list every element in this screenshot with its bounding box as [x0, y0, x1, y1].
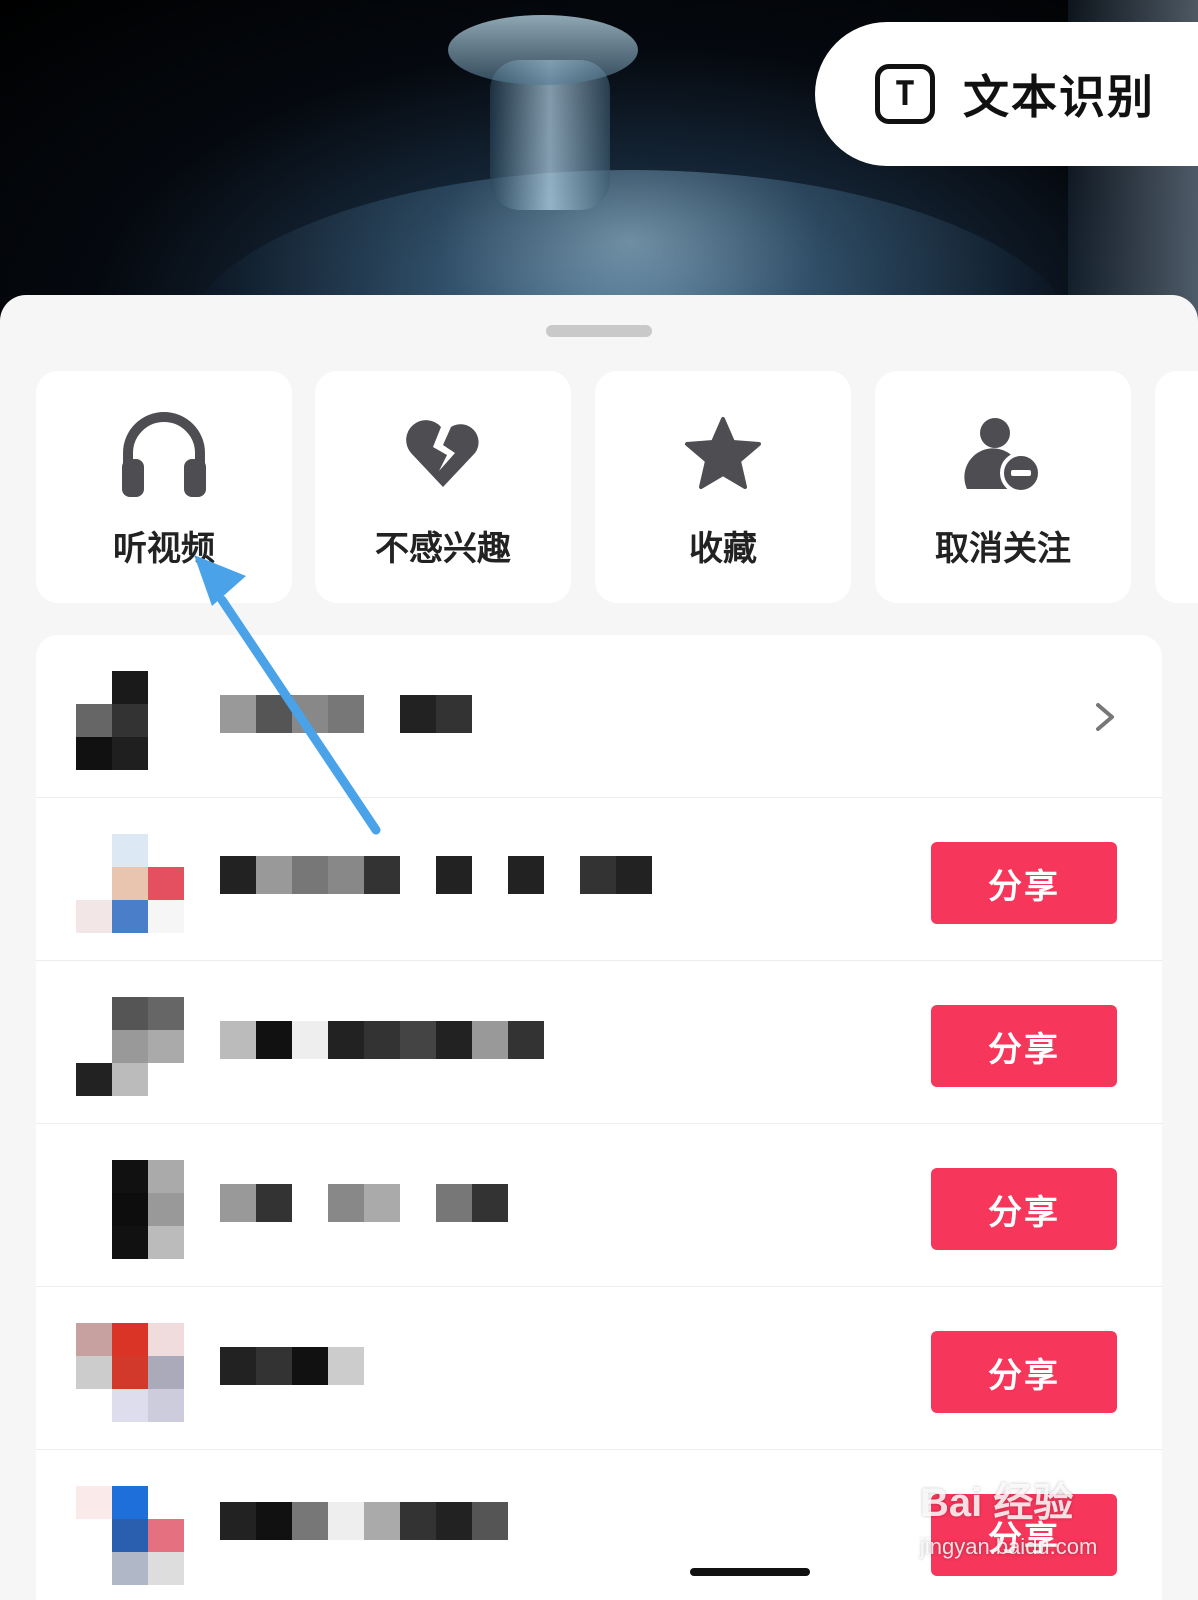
share-row[interactable] — [36, 635, 1162, 798]
favorite-button[interactable]: 收藏 — [595, 371, 851, 603]
more-action-card-partial[interactable] — [1155, 371, 1198, 603]
share-contact-list: 分享 分享 分享 分享 分享 — [36, 635, 1162, 1600]
avatar-obscured — [76, 1160, 184, 1259]
contact-name-obscured — [220, 695, 472, 733]
contact-name-obscured — [220, 1347, 364, 1385]
text-recognition-icon: T — [875, 64, 935, 124]
share-button[interactable]: 分享 — [931, 1331, 1117, 1413]
avatar-obscured — [76, 834, 184, 933]
avatar-obscured — [76, 1323, 184, 1422]
glass-knob-image — [448, 15, 638, 85]
watermark-logo: Bai 经验 — [920, 1481, 1074, 1525]
share-button[interactable]: 分享 — [931, 1168, 1117, 1250]
home-indicator[interactable] — [690, 1568, 810, 1576]
chevron-right-icon — [1096, 703, 1114, 731]
baidu-watermark: Bai 经验 jingyan.baidu.com — [920, 1470, 1097, 1560]
unfollow-button[interactable]: 取消关注 — [875, 371, 1131, 603]
listen-video-label: 听视频 — [113, 529, 215, 569]
contact-name-obscured — [220, 1502, 508, 1540]
share-sheet: 听视频 不感兴趣 收藏 取消关注 分享 分享 分享 分享 分享 — [0, 295, 1198, 1600]
share-row[interactable]: 分享 — [36, 1124, 1162, 1287]
star-icon — [673, 403, 773, 503]
contact-name-obscured — [220, 856, 652, 894]
share-row[interactable]: 分享 — [36, 1287, 1162, 1450]
share-button[interactable]: 分享 — [931, 842, 1117, 924]
text-recognition-button[interactable]: T 文本识别 — [815, 22, 1198, 166]
text-recognition-label: 文本识别 — [963, 70, 1155, 124]
unfollow-label: 取消关注 — [935, 529, 1071, 569]
share-row[interactable]: 分享 — [36, 961, 1162, 1124]
avatar-obscured — [76, 997, 184, 1096]
favorite-label: 收藏 — [689, 529, 757, 569]
avatar-obscured — [76, 1486, 184, 1585]
action-row: 听视频 不感兴趣 收藏 取消关注 — [36, 371, 1198, 603]
share-button[interactable]: 分享 — [931, 1005, 1117, 1087]
broken-heart-icon — [393, 403, 493, 503]
sheet-grabber[interactable] — [546, 325, 652, 337]
watermark-url: jingyan.baidu.com — [920, 1534, 1098, 1559]
contact-name-obscured — [220, 1184, 508, 1222]
avatar-obscured — [76, 671, 184, 770]
listen-video-button[interactable]: 听视频 — [36, 371, 292, 603]
headphones-icon — [114, 403, 214, 503]
contact-name-obscured — [220, 1021, 544, 1059]
not-interested-label: 不感兴趣 — [375, 529, 511, 569]
not-interested-button[interactable]: 不感兴趣 — [315, 371, 571, 603]
unfollow-user-icon — [953, 403, 1053, 503]
share-row[interactable]: 分享 — [36, 798, 1162, 961]
